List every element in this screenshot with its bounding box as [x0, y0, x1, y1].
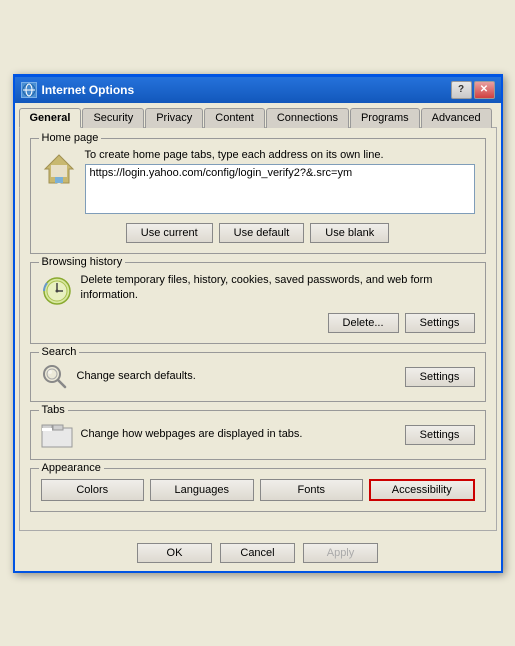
- tabs-label: Tabs: [39, 404, 68, 416]
- app-icon: [21, 82, 37, 98]
- browsing-history-group: Browsing history Delete temporary fi: [30, 262, 486, 344]
- search-settings-button-wrap: Settings: [405, 367, 475, 387]
- history-row: Delete temporary files, history, cookies…: [41, 273, 475, 307]
- search-magnifier-icon: [41, 363, 69, 391]
- help-button[interactable]: ?: [451, 81, 472, 99]
- tabs-row: Change how webpages are displayed in tab…: [41, 421, 475, 449]
- search-row: Change search defaults. Settings: [41, 363, 475, 391]
- title-buttons: ? ✕: [451, 81, 495, 99]
- appearance-buttons: Colors Languages Fonts Accessibility: [41, 479, 475, 501]
- use-default-button[interactable]: Use default: [219, 223, 305, 243]
- fonts-button[interactable]: Fonts: [260, 479, 364, 501]
- tab-content-general: Home page To create home page tabs, type…: [19, 127, 497, 531]
- clock-icon: [41, 275, 73, 307]
- delete-button[interactable]: Delete...: [328, 313, 399, 333]
- window-title: Internet Options: [42, 83, 135, 97]
- history-settings-button[interactable]: Settings: [405, 313, 475, 333]
- title-bar: Internet Options ? ✕: [15, 77, 501, 103]
- tabs-icon: [41, 421, 73, 449]
- tab-privacy[interactable]: Privacy: [145, 108, 203, 128]
- internet-options-window: Internet Options ? ✕ General Security Pr…: [13, 74, 503, 573]
- tab-security[interactable]: Security: [82, 108, 144, 128]
- appearance-group: Appearance Colors Languages Fonts Access…: [30, 468, 486, 512]
- tabs-settings-button[interactable]: Settings: [405, 425, 475, 445]
- tab-bar: General Security Privacy Content Connect…: [15, 103, 501, 127]
- browsing-history-label: Browsing history: [39, 256, 126, 268]
- homepage-desc: To create home page tabs, type each addr…: [85, 149, 475, 161]
- search-group: Search Change search defaults. Settings: [30, 352, 486, 402]
- house-icon: [41, 151, 77, 187]
- homepage-buttons: Use current Use default Use blank: [41, 223, 475, 243]
- search-label: Search: [39, 346, 80, 358]
- history-buttons: Delete... Settings: [41, 313, 475, 333]
- search-desc: Change search defaults.: [77, 369, 397, 384]
- tab-content[interactable]: Content: [204, 108, 265, 128]
- bottom-buttons: OK Cancel Apply: [15, 535, 501, 571]
- tab-connections[interactable]: Connections: [266, 108, 349, 128]
- homepage-row: To create home page tabs, type each addr…: [41, 149, 475, 217]
- home-page-group: Home page To create home page tabs, type…: [30, 138, 486, 254]
- languages-button[interactable]: Languages: [150, 479, 254, 501]
- use-blank-button[interactable]: Use blank: [310, 223, 389, 243]
- home-page-label: Home page: [39, 132, 102, 144]
- tabs-group: Tabs Change how webpages are displayed i…: [30, 410, 486, 460]
- homepage-url-input[interactable]: [85, 164, 475, 214]
- cancel-button[interactable]: Cancel: [220, 543, 295, 563]
- accessibility-button[interactable]: Accessibility: [369, 479, 475, 501]
- search-settings-button[interactable]: Settings: [405, 367, 475, 387]
- use-current-button[interactable]: Use current: [126, 223, 213, 243]
- tab-general[interactable]: General: [19, 108, 82, 128]
- close-button[interactable]: ✕: [474, 81, 495, 99]
- apply-button[interactable]: Apply: [303, 543, 378, 563]
- tab-programs[interactable]: Programs: [350, 108, 420, 128]
- homepage-input-area: To create home page tabs, type each addr…: [85, 149, 475, 217]
- history-desc: Delete temporary files, history, cookies…: [81, 273, 475, 304]
- tabs-settings-button-wrap: Settings: [405, 425, 475, 445]
- title-bar-left: Internet Options: [21, 82, 135, 98]
- ok-button[interactable]: OK: [137, 543, 212, 563]
- colors-button[interactable]: Colors: [41, 479, 145, 501]
- tab-advanced[interactable]: Advanced: [421, 108, 492, 128]
- tabs-desc: Change how webpages are displayed in tab…: [81, 427, 397, 442]
- appearance-label: Appearance: [39, 462, 104, 474]
